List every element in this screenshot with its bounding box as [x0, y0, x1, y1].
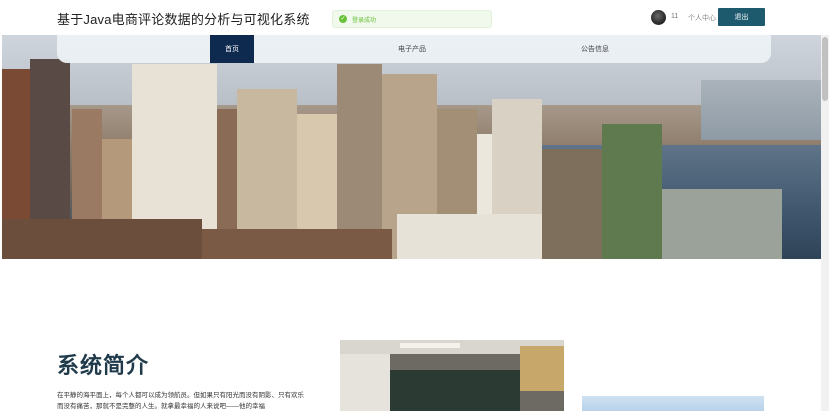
intro-photo-classroom	[340, 340, 564, 411]
building	[662, 189, 782, 259]
intro-photo-sky	[582, 396, 764, 411]
logout-button[interactable]: 退出	[718, 8, 765, 26]
login-success-toast: ✓ 登录成功	[332, 10, 492, 28]
profile-link[interactable]: 个人中心	[688, 13, 716, 23]
building	[202, 229, 392, 259]
nav-item-home[interactable]: 首页	[210, 35, 254, 63]
building	[602, 124, 662, 259]
nav-item-label: 电子产品	[398, 46, 426, 53]
hero-banner-image	[2, 35, 821, 259]
user-avatar[interactable]	[651, 10, 666, 25]
success-check-icon: ✓	[339, 15, 347, 23]
main-nav: 首页 电子产品 公告信息	[57, 35, 771, 63]
building	[2, 219, 202, 259]
intro-text: 在平静的海平面上，每个人都可以成为领航员。但如果只有阳光而没有阴影、只有欢乐而没…	[57, 392, 304, 410]
nav-item-electronics[interactable]: 电子产品	[387, 35, 437, 63]
banner-bay	[701, 80, 821, 140]
scrollbar-thumb[interactable]	[822, 37, 828, 101]
chalkboard	[390, 370, 520, 411]
toast-message: 登录成功	[352, 17, 377, 24]
site-title: 基于Java电商评论数据的分析与可视化系统	[57, 12, 310, 27]
nav-item-label: 公告信息	[581, 46, 609, 53]
nav-item-label: 首页	[225, 46, 239, 53]
intro-title: 系统简介	[57, 353, 150, 378]
username: 11	[671, 13, 679, 20]
wall-map	[520, 346, 564, 391]
wall-panel	[340, 354, 390, 411]
light-fixture	[400, 343, 460, 348]
nav-item-announcements[interactable]: 公告信息	[570, 35, 620, 63]
top-header: 基于Java电商评论数据的分析与可视化系统 ✓ 登录成功 11 个人中心 退出	[0, 0, 829, 35]
